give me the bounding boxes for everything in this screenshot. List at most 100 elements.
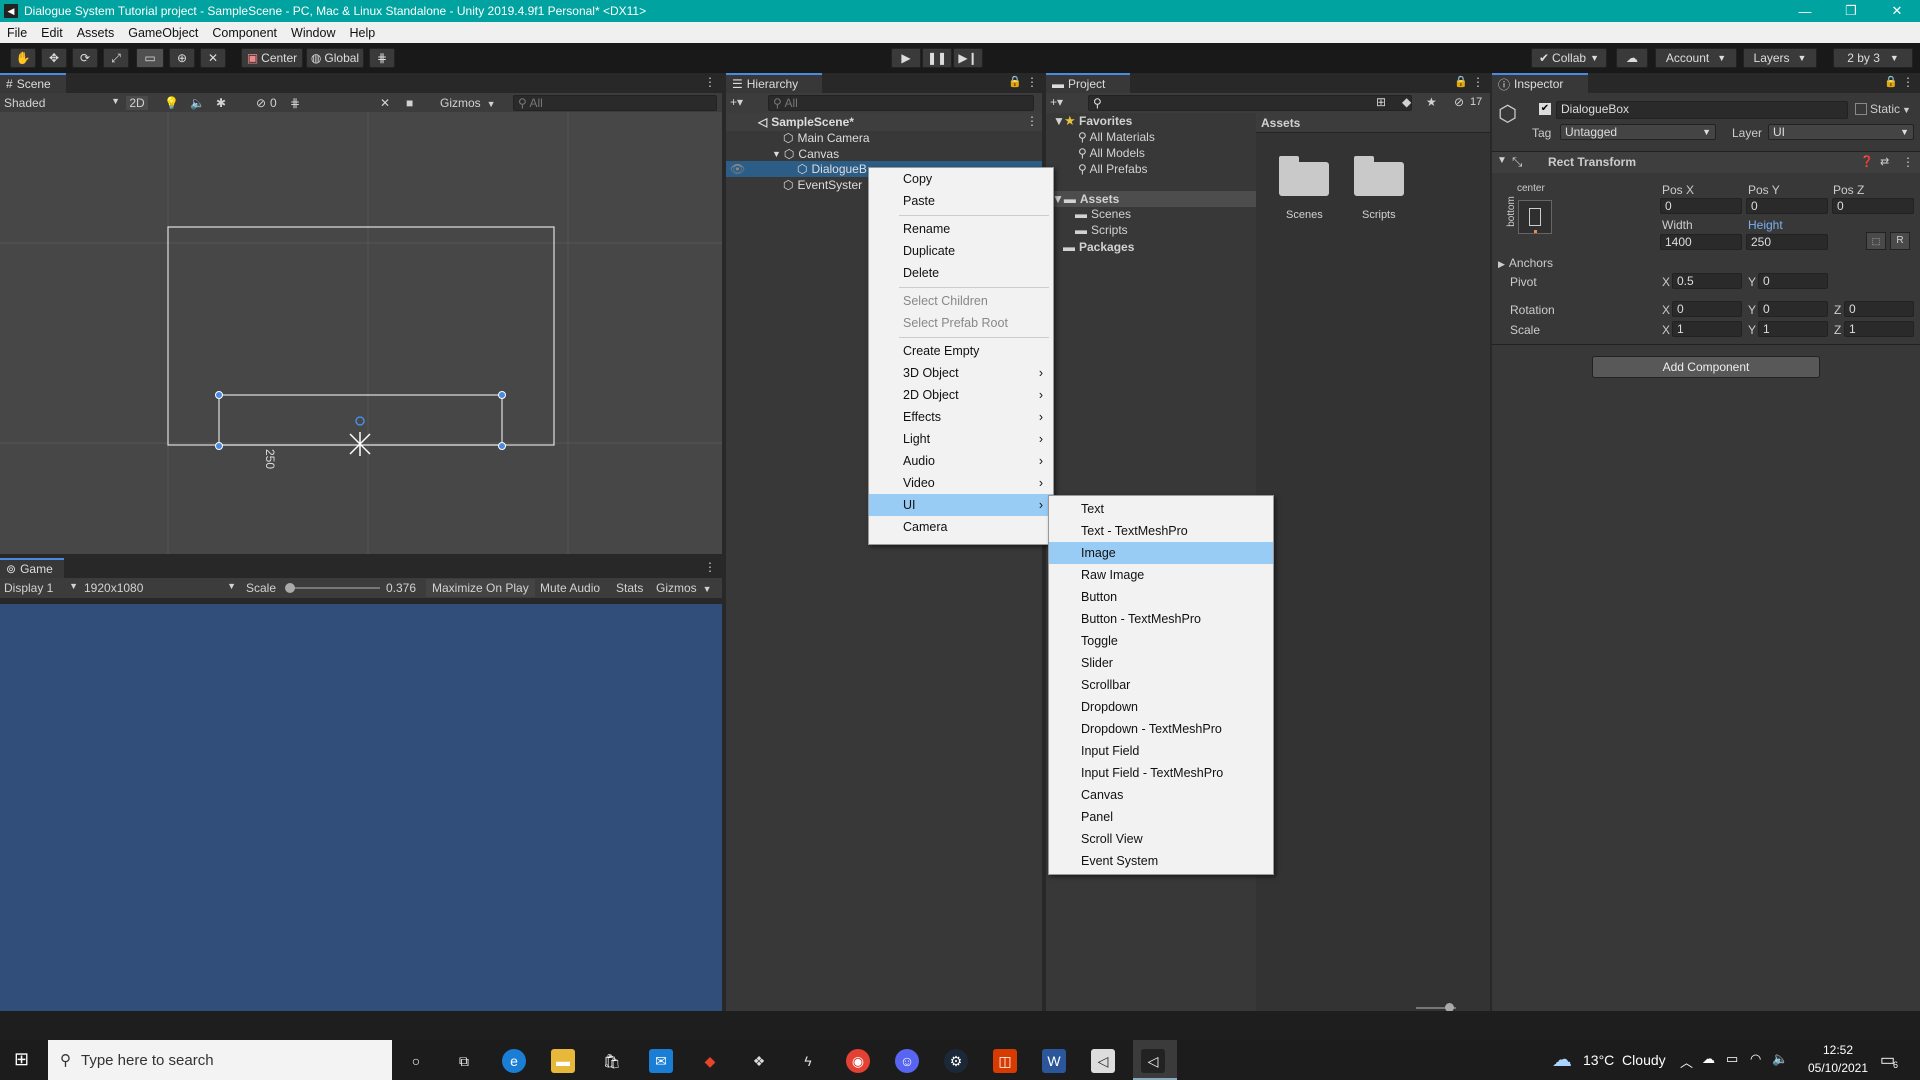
menu-assets[interactable]: Assets	[70, 26, 122, 40]
menu-item-light[interactable]: Light ›	[869, 428, 1053, 450]
submenu-item-text-textmeshpro[interactable]: Text - TextMeshPro	[1049, 520, 1273, 542]
tab-project[interactable]: ▬ Project	[1046, 73, 1130, 93]
pos-z-field[interactable]: 0	[1832, 198, 1914, 214]
display-dropdown[interactable]: Display 1 ▼	[4, 581, 78, 595]
menu-item-2d-object[interactable]: 2D Object ›	[869, 384, 1053, 406]
submenu-item-input-field-textmeshpro[interactable]: Input Field - TextMeshPro	[1049, 762, 1273, 784]
menu-item-rename[interactable]: Rename	[869, 218, 1053, 240]
add-component-button[interactable]: Add Component	[1592, 356, 1820, 378]
menu-gameobject[interactable]: GameObject	[121, 26, 205, 40]
favorites-item[interactable]: ⚲ All Models	[1078, 146, 1145, 160]
office-icon[interactable]: ◫	[993, 1049, 1017, 1073]
windows-start-icon[interactable]: ⊞	[14, 1049, 34, 1069]
submenu-item-dropdown[interactable]: Dropdown	[1049, 696, 1273, 718]
pos-y-field[interactable]: 0	[1746, 198, 1828, 214]
create-plus-icon[interactable]: +▾	[1050, 95, 1063, 109]
pos-x-field[interactable]: 0	[1660, 198, 1742, 214]
app-diamond-icon[interactable]: ◆	[698, 1049, 722, 1073]
scene-options-icon[interactable]: ⋮	[1026, 114, 1038, 128]
menu-item-camera[interactable]: Camera	[869, 516, 1053, 538]
menu-item-copy[interactable]: Copy	[869, 168, 1053, 190]
2d-toggle[interactable]: 2D	[126, 96, 148, 110]
volume-icon[interactable]: 🔈	[1772, 1051, 1788, 1067]
menu-item-ui[interactable]: UI ›	[869, 494, 1053, 516]
preset-icon[interactable]: ⇄	[1880, 155, 1889, 168]
lock-icon[interactable]: 🔒	[1454, 75, 1468, 88]
mute-audio-toggle[interactable]: Mute Audio	[540, 581, 600, 595]
hierarchy-search-input[interactable]: ⚲ All	[768, 95, 1034, 111]
folder-item-scenes[interactable]: ▬ Scenes	[1075, 207, 1131, 221]
hierarchy-menu-icon[interactable]: ⋮	[1026, 75, 1038, 89]
submenu-item-text[interactable]: Text	[1049, 498, 1273, 520]
audio-icon[interactable]: 🔈	[190, 96, 205, 110]
layers-dropdown[interactable]: Layers ▼	[1743, 48, 1817, 68]
menu-edit[interactable]: Edit	[34, 26, 70, 40]
maximize-button[interactable]: ❐	[1828, 0, 1874, 22]
grid-icon[interactable]: ⋕	[290, 96, 300, 110]
tab-game[interactable]: ⊚ Game	[0, 558, 64, 578]
static-dropdown[interactable]: Static ▼	[1870, 102, 1911, 116]
taskbar-search-input[interactable]: ⚲ Type here to search	[48, 1040, 392, 1080]
game-viewport[interactable]	[0, 604, 722, 1011]
hand-tool-icon[interactable]: ✋	[10, 48, 36, 68]
layout-dropdown[interactable]: 2 by 3 ▼	[1833, 48, 1913, 68]
raw-edit-button[interactable]: R	[1890, 232, 1910, 250]
scene-viewport[interactable]: 250	[0, 112, 722, 554]
lighting-icon[interactable]: 💡	[164, 96, 179, 110]
layer-dropdown[interactable]: UI ▼	[1768, 124, 1914, 140]
favorites-label[interactable]: Favorites	[1079, 114, 1132, 128]
unity-hub-icon[interactable]: ◁	[1091, 1049, 1115, 1073]
submenu-item-canvas[interactable]: Canvas	[1049, 784, 1273, 806]
hierarchy-item-samplescene[interactable]: ◁ SampleScene*	[758, 114, 854, 130]
menu-file[interactable]: File	[0, 26, 34, 40]
tab-hierarchy[interactable]: ☰ Hierarchy	[726, 73, 822, 93]
hidden-packages-icon[interactable]: ⊘	[1454, 95, 1464, 109]
scale-slider-handle[interactable]	[285, 583, 295, 593]
mail-icon[interactable]: ✉	[649, 1049, 673, 1073]
create-plus-icon[interactable]: +▾	[730, 95, 743, 109]
game-gizmos-dropdown[interactable]: Gizmos ▼	[656, 581, 712, 595]
menu-item-delete[interactable]: Delete	[869, 262, 1053, 284]
step-button[interactable]: ▶❙	[953, 48, 983, 68]
visibility-eye-icon[interactable]: 👁	[730, 161, 745, 177]
resolution-dropdown[interactable]: 1920x1080 ▼	[84, 581, 236, 595]
menu-component[interactable]: Component	[205, 26, 284, 40]
submenu-item-raw-image[interactable]: Raw Image	[1049, 564, 1273, 586]
tab-scene[interactable]: # Scene	[0, 73, 66, 93]
submenu-item-scrollbar[interactable]: Scrollbar	[1049, 674, 1273, 696]
word-icon[interactable]: W	[1042, 1049, 1066, 1073]
menu-window[interactable]: Window	[284, 26, 342, 40]
project-search-input[interactable]: ⚲	[1088, 95, 1412, 111]
file-explorer-icon[interactable]: ▬	[551, 1049, 575, 1073]
edge-icon[interactable]: e	[502, 1049, 526, 1073]
breadcrumb[interactable]: Assets	[1261, 116, 1300, 130]
menu-item-effects[interactable]: Effects ›	[869, 406, 1053, 428]
hierarchy-item-main-camera[interactable]: ⬡ Main Camera	[783, 130, 870, 146]
help-icon[interactable]: ❓	[1860, 155, 1874, 168]
menu-item-audio[interactable]: Audio ›	[869, 450, 1053, 472]
submenu-item-panel[interactable]: Panel	[1049, 806, 1273, 828]
pivot-center-button[interactable]: ▣ Center	[241, 48, 303, 68]
submenu-item-slider[interactable]: Slider	[1049, 652, 1273, 674]
lock-icon[interactable]: 🔒	[1884, 75, 1898, 88]
clock-time[interactable]: 12:52	[1808, 1043, 1868, 1057]
static-checkbox[interactable]	[1855, 103, 1867, 115]
onedrive-icon[interactable]: ☁	[1702, 1051, 1715, 1067]
active-checkbox[interactable]: ✔	[1539, 103, 1551, 115]
discord-icon[interactable]: ☺	[895, 1049, 919, 1073]
menu-item-video[interactable]: Video ›	[869, 472, 1053, 494]
weather-text[interactable]: 13°C Cloudy	[1583, 1052, 1666, 1068]
global-space-button[interactable]: ◍ Global	[306, 48, 364, 68]
battery-icon[interactable]: ▭	[1726, 1051, 1738, 1067]
scene-search-input[interactable]: ⚲ All	[513, 95, 717, 111]
hierarchy-item-canvas[interactable]: ▼ ⬡ Canvas	[772, 146, 839, 162]
hierarchy-item-eventsystem[interactable]: ⬡ EventSyster	[783, 177, 862, 193]
favorites-item[interactable]: ⚲ All Prefabs	[1078, 162, 1148, 176]
rotate-tool-icon[interactable]: ⟳	[72, 48, 98, 68]
hierarchy-item-dialoguebox[interactable]: ⬡ DialogueB	[797, 161, 867, 177]
game-menu-icon[interactable]: ⋮	[704, 560, 716, 574]
anchor-presets-button[interactable]	[1518, 200, 1552, 234]
folder-item-scripts[interactable]: ▬ Scripts	[1075, 223, 1128, 237]
width-field[interactable]: 1400	[1660, 234, 1742, 250]
play-button[interactable]: ▶	[891, 48, 921, 68]
